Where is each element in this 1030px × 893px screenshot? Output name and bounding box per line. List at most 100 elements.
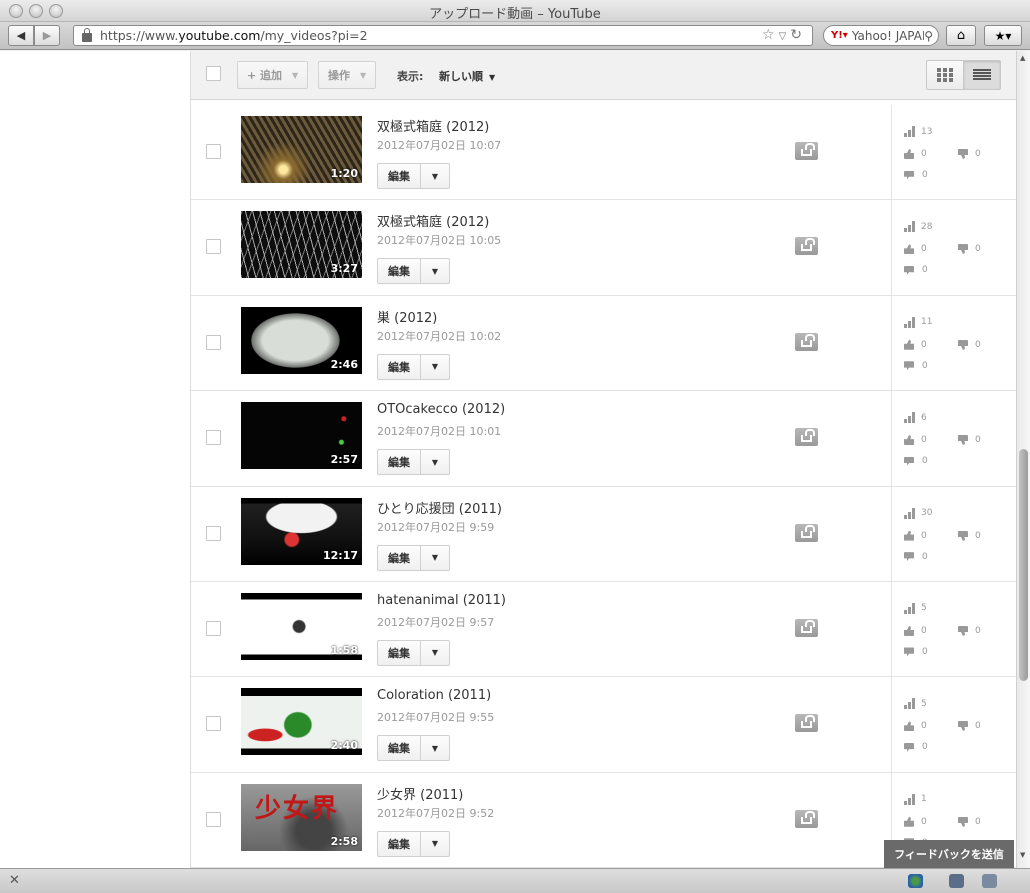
video-title-link[interactable]: 双極式箱庭 (2012) (377, 116, 489, 135)
yahoo-engine-icon[interactable]: Y!▾ (831, 30, 848, 41)
privacy-status-icon[interactable] (795, 523, 818, 542)
comment-count[interactable]: 0 (904, 552, 928, 562)
edit-options-dropdown[interactable]: ▼ (421, 639, 450, 666)
action-bar: + 追加 ▼ 操作 ▼ 表示: 新しい順 ▼ (191, 51, 1016, 100)
video-title-link[interactable]: ひとり応援団 (2011) (377, 498, 502, 517)
video-thumbnail[interactable]: 少女界 2:58 (241, 783, 362, 851)
comment-count[interactable]: 0 (904, 647, 928, 657)
edit-video-button[interactable]: 編集 (377, 449, 421, 476)
video-select-checkbox[interactable] (206, 525, 221, 541)
comment-count[interactable]: 0 (904, 170, 928, 180)
privacy-status-icon[interactable] (795, 237, 818, 256)
video-thumbnail[interactable]: 1:58 (241, 592, 362, 660)
unlock-icon (801, 524, 815, 538)
forward-button[interactable]: ▶ (34, 25, 60, 46)
video-row: 1:58 hatenanimal (2011) 2012年07月02日 9:57… (191, 581, 1016, 678)
edit-video-button[interactable]: 編集 (377, 639, 421, 666)
video-thumbnail[interactable]: 1:20 (241, 116, 362, 183)
list-view-button[interactable] (963, 60, 1001, 90)
privacy-status-icon[interactable] (795, 142, 818, 160)
view-count[interactable]: 5 (904, 698, 927, 710)
edit-options-dropdown[interactable]: ▼ (421, 163, 450, 189)
video-select-checkbox[interactable] (206, 430, 221, 446)
video-thumbnail[interactable]: 2:46 (241, 306, 362, 374)
video-thumbnail[interactable]: 3:27 (241, 211, 362, 279)
address-bar[interactable]: https://www. youtube.com/my_videos?pi=2 ☆… (73, 25, 813, 46)
monitor-icon[interactable] (949, 874, 964, 888)
privacy-status-icon[interactable] (795, 809, 818, 828)
grid-view-button[interactable] (926, 60, 964, 90)
video-thumbnail[interactable]: 2:40 (241, 688, 362, 756)
view-count[interactable]: 28 (904, 221, 932, 233)
view-count[interactable]: 1 (904, 793, 927, 805)
magnifier-icon[interactable]: ⚲ (924, 28, 933, 43)
video-title-link[interactable]: OTOcakecco (2012) (377, 402, 505, 417)
video-thumbnail[interactable]: 12:17 (241, 497, 362, 565)
comment-count[interactable]: 0 (904, 265, 928, 275)
view-count-value: 6 (921, 412, 927, 423)
comment-count[interactable]: 0 (904, 456, 928, 466)
bar-chart-icon (904, 793, 915, 805)
view-count[interactable]: 13 (904, 126, 932, 137)
add-button[interactable]: + 追加 ▼ (237, 61, 309, 89)
page-scrollbar[interactable]: ▲ ▼ (1016, 51, 1030, 868)
star-icon[interactable]: ☆ (762, 27, 779, 43)
dislike-count: 0 (958, 530, 981, 541)
video-title-link[interactable]: 巣 (2012) (377, 307, 437, 326)
edit-video-button[interactable]: 編集 (377, 258, 421, 285)
actions-button[interactable]: 操作 ▼ (318, 61, 377, 89)
video-select-checkbox[interactable] (206, 716, 221, 732)
video-select-checkbox[interactable] (206, 239, 221, 255)
select-all-checkbox[interactable] (206, 66, 221, 81)
video-select-checkbox[interactable] (206, 811, 221, 827)
bookmarks-button[interactable]: ★▾ (984, 25, 1022, 46)
video-title-link[interactable]: Coloration (2011) (377, 688, 491, 703)
like-count-value: 0 (921, 721, 927, 732)
privacy-status-icon[interactable] (795, 332, 818, 351)
comment-count-value: 0 (922, 551, 928, 562)
comment-count[interactable]: 0 (904, 742, 928, 752)
edit-video-button[interactable]: 編集 (377, 544, 421, 571)
comment-count[interactable]: 0 (904, 361, 928, 371)
search-field[interactable]: Y!▾ Yahoo! JAPAN ⚲ (823, 25, 939, 46)
send-feedback-button[interactable]: フィードバックを送信 (884, 840, 1014, 868)
edit-options-dropdown[interactable]: ▼ (421, 449, 450, 476)
window-icon[interactable] (982, 874, 997, 888)
edit-video-button[interactable]: 編集 (377, 830, 421, 857)
edit-video-button[interactable]: 編集 (377, 735, 421, 762)
home-button[interactable]: ⌂ (946, 25, 976, 46)
video-select-checkbox[interactable] (206, 334, 221, 350)
privacy-status-icon[interactable] (795, 618, 818, 637)
sort-dropdown[interactable]: 新しい順 ▼ (439, 68, 495, 84)
video-title-link[interactable]: hatenanimal (2011) (377, 593, 506, 608)
video-thumbnail[interactable]: 2:57 (241, 402, 362, 470)
thumbs-down-icon (958, 531, 968, 541)
edit-options-dropdown[interactable]: ▼ (421, 258, 450, 285)
globe-icon[interactable] (908, 874, 923, 888)
scroll-up-icon[interactable]: ▲ (1020, 54, 1025, 62)
privacy-status-icon[interactable] (795, 714, 818, 733)
edit-video-button[interactable]: 編集 (377, 163, 421, 189)
unlock-icon (801, 715, 815, 729)
video-title-link[interactable]: 双極式箱庭 (2012) (377, 211, 489, 230)
edit-options-dropdown[interactable]: ▼ (421, 830, 450, 857)
video-select-checkbox[interactable] (206, 620, 221, 636)
view-count-value: 13 (921, 126, 933, 137)
view-count[interactable]: 11 (904, 316, 932, 328)
view-count[interactable]: 6 (904, 412, 927, 424)
scroll-down-icon[interactable]: ▼ (1020, 851, 1025, 859)
edit-options-dropdown[interactable]: ▼ (421, 544, 450, 571)
edit-video-button[interactable]: 編集 (377, 353, 421, 380)
rss-dropdown-icon[interactable]: ▽ (779, 31, 791, 42)
view-count[interactable]: 5 (904, 602, 927, 614)
privacy-status-icon[interactable] (795, 428, 818, 447)
scroll-thumb[interactable] (1019, 449, 1028, 681)
video-title-link[interactable]: 少女界 (2011) (377, 784, 463, 803)
close-statusbar-icon[interactable]: ✕ (9, 873, 20, 888)
back-button[interactable]: ◀ (8, 25, 34, 46)
edit-options-dropdown[interactable]: ▼ (421, 353, 450, 380)
reload-icon[interactable]: ↻ (790, 27, 806, 43)
view-count[interactable]: 30 (904, 507, 932, 519)
video-select-checkbox[interactable] (206, 144, 221, 159)
edit-options-dropdown[interactable]: ▼ (421, 735, 450, 762)
